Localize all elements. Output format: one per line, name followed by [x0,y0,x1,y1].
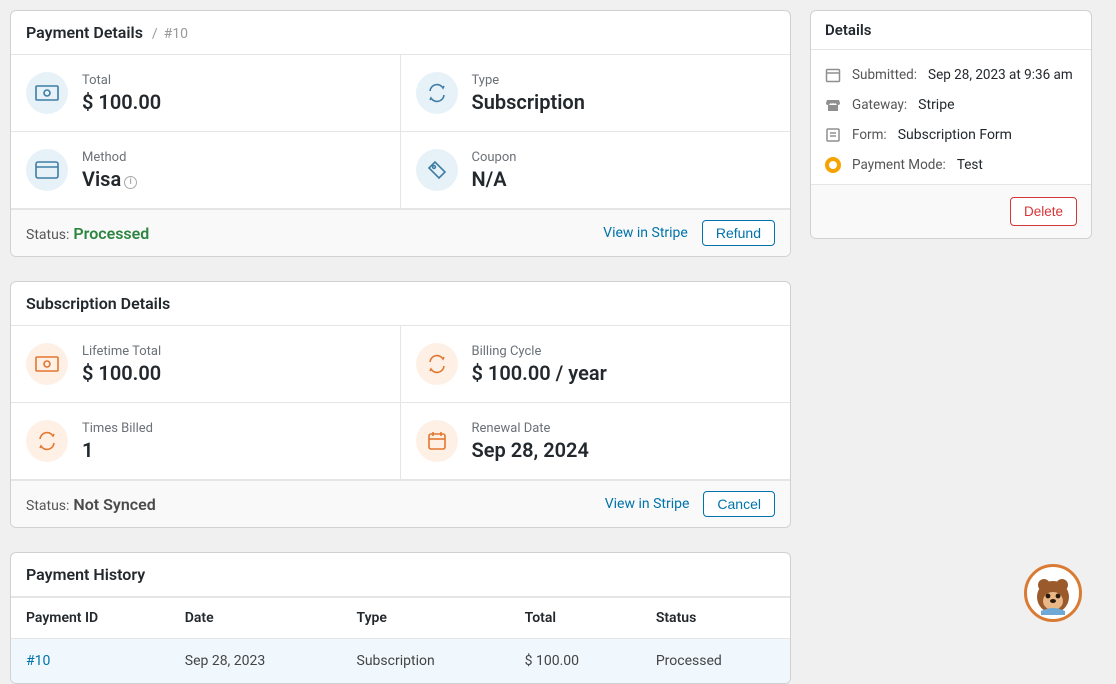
form-icon [825,127,843,143]
total-value: $ 100.00 [82,90,161,114]
type-label: Type [472,73,585,88]
subscription-title: Subscription Details [26,294,170,313]
subscription-details-card: Subscription Details Lifetime Total $ 10… [10,281,791,528]
type-cell: Type Subscription [401,55,791,132]
store-icon [825,97,843,113]
history-status: Processed [641,639,790,684]
payment-details-header: Payment Details / #10 [11,11,790,55]
times-value: 1 [82,438,153,462]
view-in-stripe-link[interactable]: View in Stripe [605,496,690,512]
refresh-icon [416,343,458,385]
col-id: Payment ID [11,598,170,639]
coupon-cell: Coupon N/A [401,132,791,209]
coupon-value: N/A [472,167,517,191]
payment-details-title: Payment Details [26,23,143,42]
col-status: Status [641,598,790,639]
mode-value: Test [957,157,983,173]
history-total: $ 100.00 [510,639,641,684]
history-type: Subscription [342,639,510,684]
col-total: Total [510,598,641,639]
subscription-status-value: Not Synced [73,495,155,514]
info-icon[interactable]: i [124,176,137,189]
history-table: Payment ID Date Type Total Status #10 Se… [11,597,790,683]
gateway-label: Gateway: [852,97,907,113]
col-date: Date [170,598,342,639]
payment-status-label: Status: [26,227,69,243]
history-id-link[interactable]: #10 [26,653,50,669]
method-value: Visai [82,167,137,191]
submitted-value: Sep 28, 2023 at 9:36 am [928,67,1073,83]
lifetime-value: $ 100.00 [82,361,161,385]
view-in-stripe-link[interactable]: View in Stripe [603,225,688,241]
form-label: Form: [852,127,887,143]
form-row: Form: Subscription Form [825,120,1077,150]
cancel-subscription-button[interactable]: Cancel [703,491,775,517]
method-label: Method [82,150,137,165]
refund-button[interactable]: Refund [702,220,775,246]
billing-value: $ 100.00 / year [472,361,607,385]
payment-details-card: Payment Details / #10 Total $ 100.00 Ty [10,10,791,257]
delete-button[interactable]: Delete [1010,197,1077,226]
calendar-icon [825,67,843,83]
payment-history-card: Payment History Payment ID Date Type Tot… [10,552,791,684]
subscription-grid: Lifetime Total $ 100.00 Billing Cycle $ … [11,326,790,480]
billing-cell: Billing Cycle $ 100.00 / year [401,326,791,403]
coupon-label: Coupon [472,150,517,165]
method-cell: Method Visai [11,132,401,209]
renewal-label: Renewal Date [472,421,589,436]
history-header-row: Payment ID Date Type Total Status [11,598,790,639]
method-value-text: Visa [82,167,121,191]
table-row[interactable]: #10 Sep 28, 2023 Subscription $ 100.00 P… [11,639,790,684]
sidebar-footer: Delete [811,184,1091,238]
details-sidebar: Details Submitted: Sep 28, 2023 at 9:36 … [810,10,1092,239]
payment-id-crumb: #10 [164,26,188,42]
total-cell: Total $ 100.00 [11,55,401,132]
card-icon [26,149,68,191]
times-cell: Times Billed 1 [11,403,401,480]
subscription-status-label: Status: [26,498,69,514]
gateway-row: Gateway: Stripe [825,90,1077,120]
history-title: Payment History [26,565,145,584]
billing-label: Billing Cycle [472,344,607,359]
sidebar-title: Details [811,11,1091,50]
refresh-icon [416,72,458,114]
payment-summary-grid: Total $ 100.00 Type Subscription Met [11,55,790,209]
lifetime-cell: Lifetime Total $ 100.00 [11,326,401,403]
col-type: Type [342,598,510,639]
mode-row: Payment Mode: Test [825,150,1077,180]
times-label: Times Billed [82,421,153,436]
breadcrumb-separator: / [152,26,158,42]
total-label: Total [82,73,161,88]
subscription-header: Subscription Details [11,282,790,326]
cash-icon [26,343,68,385]
help-avatar-button[interactable] [1024,564,1082,622]
gateway-link[interactable]: Stripe [918,97,954,113]
payment-status-value: Processed [73,224,149,243]
submitted-label: Submitted: [852,67,917,83]
type-value: Subscription [472,90,585,114]
payment-footer: Status: Processed View in Stripe Refund [11,209,790,256]
tag-icon [416,149,458,191]
refresh-icon [26,420,68,462]
form-link[interactable]: Subscription Form [898,127,1012,143]
history-header: Payment History [11,553,790,597]
cash-icon [26,72,68,114]
submitted-row: Submitted: Sep 28, 2023 at 9:36 am [825,60,1077,90]
calendar-icon [416,420,458,462]
mode-icon [825,157,843,173]
renewal-cell: Renewal Date Sep 28, 2024 [401,403,791,480]
history-date: Sep 28, 2023 [170,639,342,684]
subscription-footer: Status: Not Synced View in Stripe Cancel [11,480,790,527]
mode-label: Payment Mode: [852,157,946,173]
lifetime-label: Lifetime Total [82,344,161,359]
renewal-value: Sep 28, 2024 [472,438,589,462]
